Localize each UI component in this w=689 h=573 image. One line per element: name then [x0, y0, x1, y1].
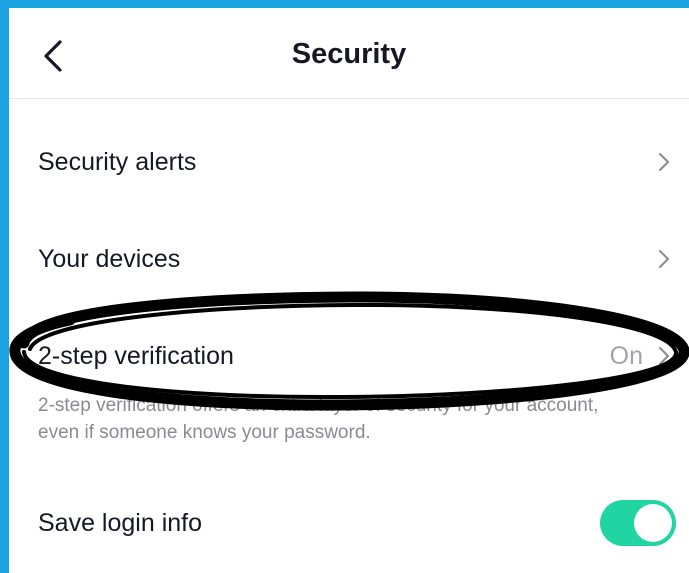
chevron-right-icon — [659, 153, 669, 171]
status-value: On — [609, 342, 643, 370]
chevron-right-icon — [659, 347, 669, 365]
row-label: Your devices — [38, 245, 181, 273]
two-step-description: 2-step verification offers an extra laye… — [38, 395, 599, 443]
security-settings-screen: Security Security alerts Your devices 2-… — [9, 8, 689, 573]
your-devices-row[interactable]: Your devices — [9, 229, 689, 289]
security-alerts-row[interactable]: Security alerts — [9, 132, 689, 192]
row-label: Save login info — [38, 509, 203, 537]
toggle-knob — [634, 504, 672, 542]
save-login-toggle[interactable] — [600, 500, 676, 546]
row-label: Security alerts — [38, 148, 197, 176]
row-label: 2-step verification — [38, 342, 234, 370]
save-login-info-row: Save login info — [9, 493, 689, 553]
header-bar: Security — [9, 8, 689, 99]
chevron-right-icon — [659, 250, 669, 268]
two-step-verification-row[interactable]: 2-step verification On — [9, 326, 689, 386]
page-title: Security — [291, 38, 407, 70]
